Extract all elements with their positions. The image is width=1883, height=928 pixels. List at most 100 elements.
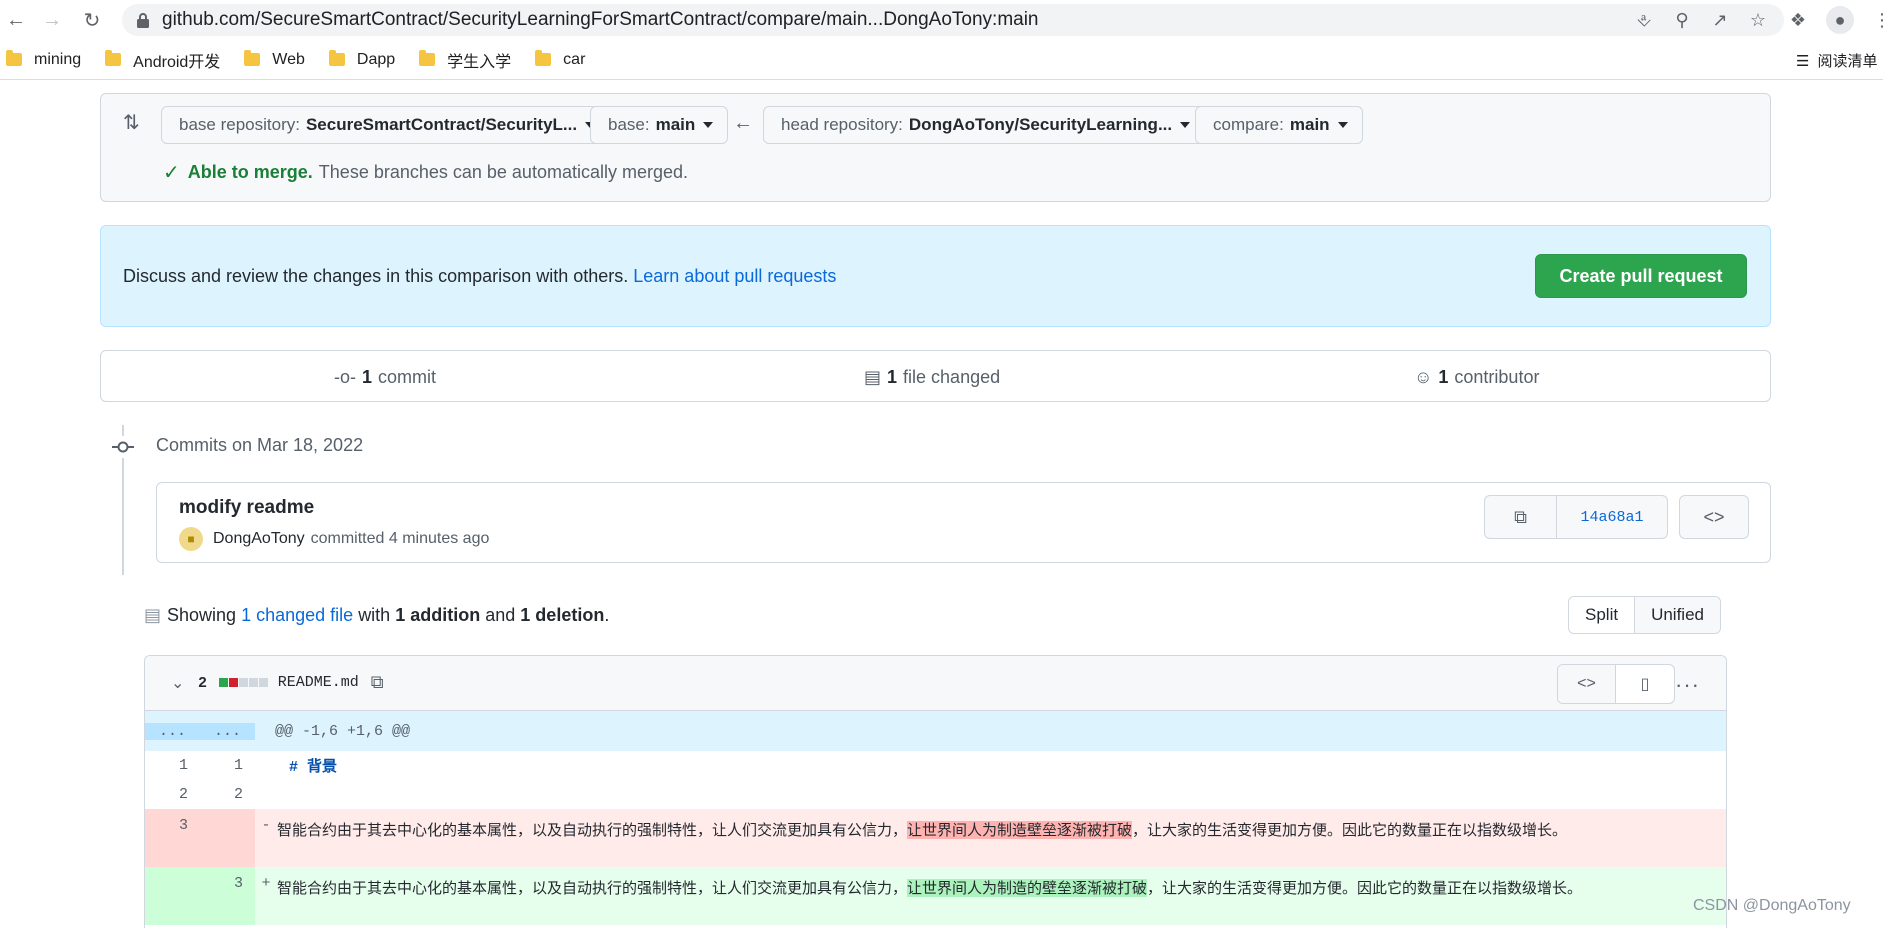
people-icon: ☺ bbox=[1414, 367, 1433, 387]
reading-list-icon: ☰ bbox=[1796, 52, 1810, 70]
new-line-number[interactable]: 2 bbox=[200, 786, 255, 803]
browse-code-button[interactable]: <> bbox=[1679, 495, 1749, 539]
star-icon[interactable]: ☆ bbox=[1746, 8, 1770, 32]
translate-icon[interactable]: ⎀ bbox=[1632, 8, 1656, 32]
file-name[interactable]: README.md bbox=[278, 674, 359, 691]
diff-marker: - bbox=[261, 817, 271, 834]
menu-kebab-icon[interactable]: ⋮ bbox=[1868, 6, 1883, 34]
hunk-header-row: ... ... @@ -1,6 +1,6 @@ bbox=[145, 711, 1726, 751]
bookmark-student[interactable]: 学生入学 bbox=[419, 48, 511, 72]
changed-files-link[interactable]: 1 changed file bbox=[241, 605, 353, 626]
diff-marker: + bbox=[261, 875, 271, 892]
extensions-icon[interactable]: ❖ bbox=[1784, 6, 1812, 34]
line-content: 智能合约由于其去中心化的基本属性，以及自动执行的强制特性，让人们交流更加具有公信… bbox=[277, 821, 1568, 839]
word-diff-highlight: 让世界间人为制造壁垒逐渐被打破 bbox=[907, 821, 1133, 839]
commit-author[interactable]: DongAoTony bbox=[213, 530, 305, 548]
file-diff-icon: ▤ bbox=[864, 367, 882, 387]
base-branch-select[interactable]: base: main bbox=[590, 106, 729, 144]
file-diff: ⌄ 2 README.md ⧉ <> ▯ ··· ... ... @@ -1,6… bbox=[144, 655, 1727, 928]
create-pull-request-button[interactable]: Create pull request bbox=[1535, 254, 1747, 298]
bookmark-car[interactable]: car bbox=[535, 50, 585, 69]
code-icon[interactable]: <> bbox=[1558, 665, 1616, 703]
compare-range-box: ⇅ base repository: SecureSmartContract/Se… bbox=[100, 93, 1771, 202]
diff-line: 2 2 bbox=[145, 780, 1726, 809]
git-commit-icon bbox=[112, 436, 134, 458]
file-diff-icon: ▤ bbox=[144, 605, 162, 625]
compare-branch-select[interactable]: compare: main bbox=[1195, 106, 1363, 144]
back-arrow-icon[interactable]: ← bbox=[0, 4, 32, 36]
discuss-banner: Discuss and review the changes in this c… bbox=[100, 225, 1771, 327]
copy-icon[interactable]: ⧉ bbox=[1485, 496, 1556, 538]
watermark: CSDN @DongAoTony bbox=[1693, 897, 1851, 914]
diff-summary: ▤ Showing 1 changed file with 1 addition… bbox=[144, 605, 610, 626]
split-button[interactable]: Split bbox=[1569, 597, 1634, 633]
folder-icon bbox=[244, 50, 261, 66]
folder-icon bbox=[6, 50, 22, 66]
contributors-tab[interactable]: ☺ 1 contributor bbox=[1414, 367, 1539, 388]
check-icon: ✓ bbox=[163, 162, 180, 184]
expand-up-button[interactable]: ... bbox=[145, 722, 200, 740]
old-line-number[interactable]: 3 bbox=[145, 809, 200, 867]
commit-item: modify readme ■ DongAoTony committed 4 m… bbox=[156, 482, 1771, 563]
bookmarks-bar: mining Android开发 Web Dapp 学生入学 car ☰ 阅读清单 bbox=[0, 40, 1883, 80]
diff-body: ... ... @@ -1,6 +1,6 @@ 1 1 # 背景 2 2 3 -… bbox=[145, 711, 1726, 925]
bookmark-web[interactable]: Web bbox=[244, 50, 305, 69]
bookmark-mining[interactable]: mining bbox=[6, 50, 81, 69]
address-bar[interactable]: github.com/SecureSmartContract/SecurityL… bbox=[122, 4, 1784, 36]
old-line-number[interactable]: 1 bbox=[145, 757, 200, 774]
file-view-toggle: <> ▯ bbox=[1557, 664, 1675, 704]
zoom-icon[interactable]: ⚲ bbox=[1670, 8, 1694, 32]
folder-icon bbox=[328, 50, 345, 66]
git-commit-icon: -o- bbox=[334, 367, 356, 387]
base-repository-select[interactable]: base repository: SecureSmartContract/Secu… bbox=[161, 106, 611, 144]
discuss-text: Discuss and review the changes in this c… bbox=[123, 266, 837, 286]
profile-icon[interactable]: ● bbox=[1826, 6, 1854, 34]
line-content: 智能合约由于其去中心化的基本属性，以及自动执行的强制特性，让人们交流更加具有公信… bbox=[277, 879, 1583, 897]
reading-list[interactable]: ☰ 阅读清单 bbox=[1796, 50, 1877, 71]
head-repository-select[interactable]: head repository: DongAoTony/SecurityLearn… bbox=[763, 106, 1206, 144]
code-icon: <> bbox=[1703, 506, 1725, 527]
new-line-number[interactable]: 3 bbox=[200, 867, 255, 925]
share-icon[interactable]: ↗ bbox=[1708, 8, 1732, 32]
bookmark-dapp[interactable]: Dapp bbox=[328, 50, 395, 69]
deleted-line: 3 - 智能合约由于其去中心化的基本属性，以及自动执行的强制特性，让人们交流更加… bbox=[145, 809, 1726, 867]
bookmark-android[interactable]: Android开发 bbox=[105, 48, 220, 72]
added-line: 3 + 智能合约由于其去中心化的基本属性，以及自动执行的强制特性，让人们交流更加… bbox=[145, 867, 1726, 925]
commit-sha-group: ⧉ 14a68a1 bbox=[1484, 495, 1668, 539]
hunk-header: @@ -1,6 +1,6 @@ bbox=[275, 722, 411, 740]
old-line-number[interactable]: 2 bbox=[145, 786, 200, 803]
unified-button[interactable]: Unified bbox=[1634, 597, 1720, 633]
avatar[interactable]: ■ bbox=[179, 527, 203, 551]
expand-down-button[interactable]: ... bbox=[200, 722, 255, 740]
folder-icon bbox=[535, 50, 552, 66]
commits-tab[interactable]: -o- 1 commit bbox=[334, 367, 436, 388]
files-changed-tab[interactable]: ▤ 1 file changed bbox=[864, 367, 1000, 388]
commit-title[interactable]: modify readme bbox=[179, 497, 314, 519]
more-options-icon[interactable]: ··· bbox=[1675, 672, 1700, 698]
diffstat-bar bbox=[218, 678, 268, 687]
diff-line: 1 1 # 背景 bbox=[145, 751, 1726, 780]
commit-sha-link[interactable]: 14a68a1 bbox=[1556, 496, 1667, 538]
caret-down-icon bbox=[703, 122, 714, 128]
new-line-number[interactable]: 1 bbox=[200, 757, 255, 774]
forward-arrow-icon[interactable]: → bbox=[36, 4, 68, 36]
url-text: github.com/SecureSmartContract/SecurityL… bbox=[162, 9, 1039, 30]
old-line-number bbox=[145, 867, 200, 925]
chevron-down-icon[interactable]: ⌄ bbox=[171, 673, 184, 693]
comparison-stats: -o- 1 commit ▤ 1 file changed ☺ 1 contributor bbox=[100, 350, 1771, 402]
compare-arrows-icon: ⇅ bbox=[123, 112, 140, 134]
file-icon[interactable]: ▯ bbox=[1616, 665, 1674, 703]
folder-icon bbox=[419, 50, 436, 66]
merge-status: ✓ Able to merge. These branches can be a… bbox=[163, 162, 688, 184]
caret-down-icon bbox=[1337, 122, 1348, 128]
commits-date-header: Commits on Mar 18, 2022 bbox=[156, 435, 364, 455]
reload-icon[interactable]: ↻ bbox=[76, 4, 108, 36]
commit-meta: ■ DongAoTony committed 4 minutes ago bbox=[179, 527, 489, 551]
file-header: ⌄ 2 README.md ⧉ <> ▯ ··· bbox=[145, 656, 1726, 711]
copy-icon[interactable]: ⧉ bbox=[371, 672, 384, 693]
file-change-count: 2 bbox=[198, 674, 207, 691]
commit-time: committed 4 minutes ago bbox=[310, 530, 490, 547]
learn-pull-requests-link[interactable]: Learn about pull requests bbox=[633, 266, 836, 286]
folder-icon bbox=[105, 50, 122, 66]
lock-icon bbox=[137, 13, 149, 28]
